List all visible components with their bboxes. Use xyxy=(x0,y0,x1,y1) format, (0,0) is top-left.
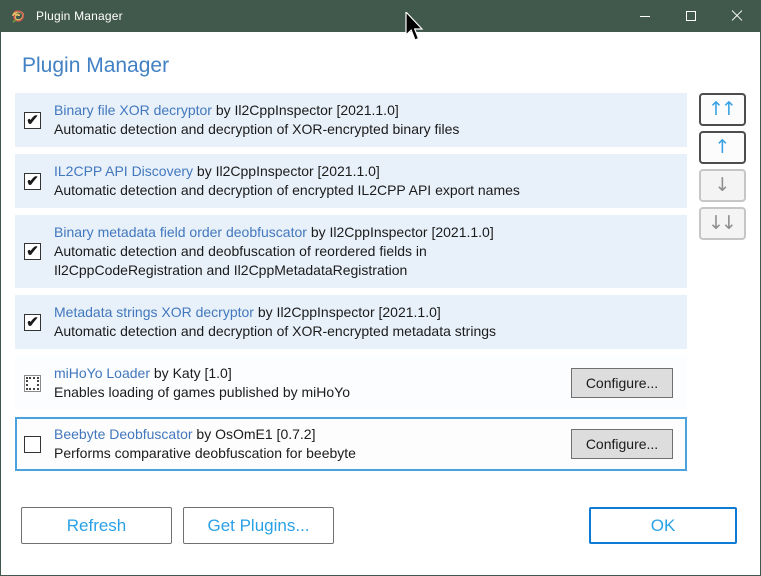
plugin-name-link[interactable]: Binary metadata field order deobfuscator xyxy=(54,224,307,240)
plugin-description: Automatic detection and decryption of XO… xyxy=(54,323,497,339)
plugin-byline: by Il2CppInspector [2021.1.0] xyxy=(257,304,441,320)
minimize-button[interactable] xyxy=(622,0,668,32)
move-to-top-button[interactable]: ↑↑ xyxy=(699,93,746,126)
plugin-byline: by Il2CppInspector [2021.1.0] xyxy=(215,102,399,118)
down-arrow-icon: ↓ xyxy=(714,174,731,196)
close-icon xyxy=(731,10,743,22)
double-up-arrow-icon: ↑↑ xyxy=(708,98,737,120)
plugin-byline: by Il2CppInspector [2021.1.0] xyxy=(310,224,494,240)
plugin-row-binary-metadata-field-order-deobfuscator[interactable]: ✔ Binary metadata field order deobfuscat… xyxy=(15,215,687,288)
reorder-button-column: ↑↑ ↑ ↓ ↓↓ xyxy=(699,93,746,240)
move-up-button[interactable]: ↑ xyxy=(699,131,746,164)
maximize-icon xyxy=(686,11,696,21)
plugin-checkbox[interactable]: ✔ xyxy=(24,313,41,331)
plugin-name-link[interactable]: IL2CPP API Discovery xyxy=(54,163,193,179)
plugin-name-link[interactable]: Binary file XOR decryptor xyxy=(54,102,212,118)
plugin-checkbox[interactable]: ✔ xyxy=(24,243,41,260)
window-title: Plugin Manager xyxy=(36,9,123,23)
page-title: Plugin Manager xyxy=(22,54,170,77)
minimize-icon xyxy=(640,15,650,17)
configure-button[interactable]: Configure... xyxy=(571,368,673,398)
close-button[interactable] xyxy=(714,0,760,32)
plugin-row-il2cpp-api-discovery[interactable]: ✔ IL2CPP API Discovery by Il2CppInspecto… xyxy=(15,154,687,208)
plugin-description: Automatic detection and decryption of en… xyxy=(54,182,520,198)
plugin-name-link[interactable]: miHoYo Loader xyxy=(54,365,150,381)
plugin-description: Automatic detection and deobfuscation of… xyxy=(54,243,427,278)
plugin-row-beebyte-deobfuscator[interactable]: Beebyte Deobfuscator by OsOmE1 [0.7.2] P… xyxy=(15,417,687,471)
plugin-name-link[interactable]: Beebyte Deobfuscator xyxy=(54,426,193,442)
plugin-list: ✔ Binary file XOR decryptor by Il2CppIns… xyxy=(15,93,687,471)
plugin-description: Automatic detection and decryption of XO… xyxy=(54,121,460,137)
get-plugins-button[interactable]: Get Plugins... xyxy=(183,507,334,544)
maximize-button[interactable] xyxy=(668,0,714,32)
plugin-byline: by Il2CppInspector [2021.1.0] xyxy=(196,163,380,179)
plugin-checkbox[interactable] xyxy=(24,435,41,453)
plugin-description: Performs comparative deobfuscation for b… xyxy=(54,445,356,461)
plugin-manager-window: Plugin Manager Plugin Manager ✔ Binary f… xyxy=(0,0,761,576)
refresh-button[interactable]: Refresh xyxy=(21,507,172,544)
plugin-checkbox[interactable] xyxy=(24,374,41,392)
titlebar: Plugin Manager xyxy=(1,0,760,32)
ok-button[interactable]: OK xyxy=(589,507,737,544)
plugin-byline: by Katy [1.0] xyxy=(153,365,232,381)
plugin-checkbox[interactable]: ✔ xyxy=(24,111,41,129)
plugin-checkbox[interactable]: ✔ xyxy=(24,172,41,190)
plugin-description: Enables loading of games published by mi… xyxy=(54,384,351,400)
up-arrow-icon: ↑ xyxy=(714,136,731,158)
move-down-button: ↓ xyxy=(699,169,746,202)
plugin-byline: by OsOmE1 [0.7.2] xyxy=(196,426,316,442)
dialog-content: Plugin Manager ✔ Binary file XOR decrypt… xyxy=(1,32,760,575)
plugin-row-metadata-strings-xor-decryptor[interactable]: ✔ Metadata strings XOR decryptor by Il2C… xyxy=(15,295,687,349)
plugin-row-mihoyo-loader[interactable]: miHoYo Loader by Katy [1.0] Enables load… xyxy=(15,356,687,410)
footer-bar: Refresh Get Plugins... OK xyxy=(15,507,746,544)
plugin-row-binary-file-xor-decryptor[interactable]: ✔ Binary file XOR decryptor by Il2CppIns… xyxy=(15,93,687,147)
configure-button[interactable]: Configure... xyxy=(571,429,673,459)
app-rose-scribble-icon xyxy=(12,10,25,23)
plugin-name-link[interactable]: Metadata strings XOR decryptor xyxy=(54,304,254,320)
move-to-bottom-button: ↓↓ xyxy=(699,207,746,240)
double-down-arrow-icon: ↓↓ xyxy=(708,212,737,234)
